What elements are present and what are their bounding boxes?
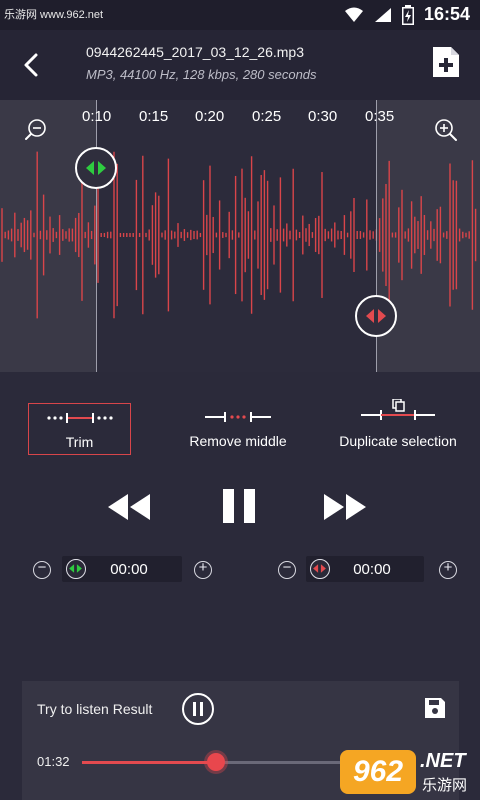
mode-duplicate-selection[interactable]: Duplicate selection [330,399,466,455]
zoom-in-icon[interactable] [434,118,458,142]
save-icon[interactable] [424,697,446,719]
duplicate-icon [361,399,435,420]
remove-middle-icon [205,412,271,422]
header: 0944262445_2017_03_12_26.mp3 MP3, 44100 … [0,30,480,100]
new-file-icon[interactable] [432,46,460,78]
trim-icon [46,413,113,423]
minus-icon: − [37,559,47,576]
transport-controls [0,488,480,528]
start-time-box[interactable]: 00:00 [62,556,182,582]
end-plus-button[interactable]: + [439,559,457,579]
result-label: Try to listen Result [37,701,153,717]
watermark-badge: 962 [340,750,416,794]
green-arrows-icon [86,161,106,175]
mode-trim-label: Trim [65,434,94,450]
waveform-editor[interactable]: 0:10 0:15 0:20 0:25 0:30 0:35 [0,100,480,372]
start-handle[interactable] [75,147,117,189]
file-meta: MP3, 44100 Hz, 128 kbps, 280 seconds [86,67,317,82]
waveform [1,151,477,319]
start-minus-button[interactable]: − [33,559,51,579]
seek-bar-thumb[interactable] [207,753,226,771]
start-time: 00:00 [110,561,148,578]
back-arrow-icon[interactable] [14,48,48,82]
red-arrows-icon [366,309,386,323]
file-name: 0944262445_2017_03_12_26.mp3 [86,44,304,60]
plus-icon: + [443,559,453,576]
timeline-tick: 0:20 [195,108,225,125]
end-time-box[interactable]: 00:00 [306,556,424,582]
plus-icon: + [198,559,208,576]
mode-trim[interactable]: Trim [28,403,131,455]
status-time: 16:54 [423,4,470,24]
minus-icon: − [282,559,292,576]
pause-icon[interactable] [222,488,256,524]
end-minus-button[interactable]: − [278,559,296,579]
mode-remove-middle[interactable]: Remove middle [182,403,294,455]
status-icons: 16:54 [344,4,470,25]
selection-start-line [96,100,97,372]
watermark-net: .NET [420,750,466,772]
status-bar: 乐游网 www.962.net 16:54 [0,0,480,30]
end-time: 00:00 [353,561,391,578]
start-plus-button[interactable]: + [194,559,212,579]
fast-forward-icon[interactable] [322,492,368,522]
pause-icon [193,702,203,716]
battery-icon [401,4,414,25]
timeline-tick: 0:35 [365,108,395,125]
timeline-tick: 0:10 [82,108,112,125]
end-handle[interactable] [355,295,397,337]
time-adjust-row: − 00:00 + − 00:00 + [0,556,480,584]
rewind-icon[interactable] [106,492,152,522]
result-pause-button[interactable] [182,693,214,725]
signal-icon [374,7,391,22]
timeline-tick: 0:15 [139,108,169,125]
mode-remove-middle-label: Remove middle [189,433,287,449]
status-watermark: 乐游网 www.962.net [4,9,104,21]
mode-duplicate-label: Duplicate selection [339,433,457,449]
edit-modes: Trim Remove middle Duplicate selection [0,399,480,457]
wifi-icon [344,7,363,22]
watermark-logo: 962 .NET 乐游网 [340,744,480,800]
result-current-time: 01:32 [37,754,70,769]
zoom-out-icon[interactable] [24,118,48,142]
watermark-cn: 乐游网 [422,777,468,794]
seek-bar-fill [82,761,217,764]
timeline-tick: 0:25 [252,108,282,125]
timeline-tick: 0:30 [308,108,338,125]
